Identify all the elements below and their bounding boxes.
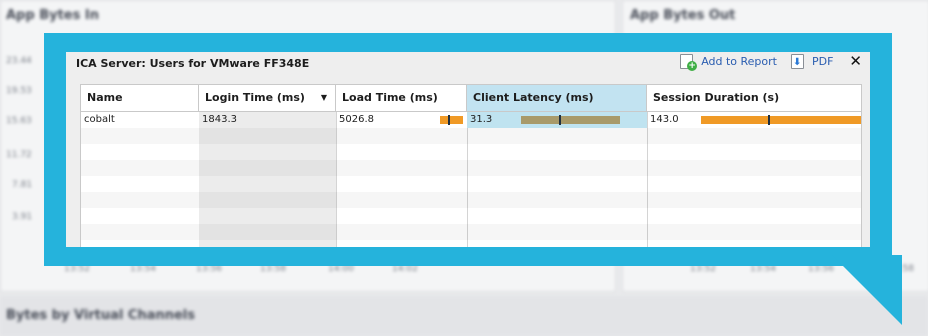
pdf-button[interactable]: ⬇ PDF <box>790 54 834 69</box>
column-header-label: Session Duration (s) <box>653 91 780 104</box>
y-tick: 19.53 <box>6 86 32 96</box>
y-tick: 15.63 <box>6 116 32 126</box>
app-bytes-out-title: App Bytes Out <box>630 8 736 23</box>
cell-login-time: 1843.3 <box>202 114 237 125</box>
column-header-label: Client Latency (ms) <box>473 91 594 104</box>
column-header-label: Name <box>87 91 123 104</box>
pdf-download-icon: ⬇ <box>790 54 804 69</box>
y-tick: 3.91 <box>12 212 33 222</box>
column-header-session-duration[interactable]: Session Duration (s) <box>647 85 861 111</box>
table-row[interactable]: cobalt 1843.3 5026.8 31.3 143.0 <box>81 112 861 128</box>
column-header-name[interactable]: Name <box>81 85 199 111</box>
column-header-client-latency[interactable]: Client Latency (ms) <box>467 85 647 111</box>
users-popup: ICA Server: Users for VMware FF348E + Ad… <box>66 52 870 247</box>
client-latency-bar-fill <box>521 116 621 124</box>
sort-descending-icon: ▼ <box>320 93 327 102</box>
load-time-bar <box>440 115 467 125</box>
login-time-bar <box>332 116 336 124</box>
session-duration-bar-fill <box>701 116 861 124</box>
table-row-empty <box>81 128 861 144</box>
y-tick: 23.44 <box>6 56 32 66</box>
y-tick: 11.72 <box>6 150 32 160</box>
cell-name: cobalt <box>84 114 115 125</box>
session-duration-bar <box>701 115 861 125</box>
app-bytes-in-title: App Bytes In <box>6 8 99 23</box>
close-icon[interactable]: ✕ <box>849 54 862 69</box>
add-to-report-button[interactable]: + Add to Report <box>680 54 777 71</box>
load-time-bar-fill <box>440 116 463 124</box>
popup-title: ICA Server: Users for VMware FF348E <box>76 57 310 70</box>
pdf-label: PDF <box>811 55 834 68</box>
column-header-load-time[interactable]: Load Time (ms) <box>336 85 467 111</box>
bytes-by-virtual-channels-title: Bytes by Virtual Channels <box>6 308 195 323</box>
popup-toolbar: + Add to Report ⬇ PDF ✕ <box>666 54 862 71</box>
add-to-report-label: Add to Report <box>701 55 777 68</box>
column-header-label: Login Time (ms) <box>205 91 305 104</box>
column-header-login-time[interactable]: Login Time (ms) ▼ <box>199 85 336 111</box>
table-row-empty <box>81 224 861 240</box>
client-latency-bar-marker <box>559 115 562 125</box>
session-duration-bar-marker <box>768 115 771 125</box>
table-row-empty <box>81 160 861 176</box>
y-tick: 7.81 <box>12 180 33 190</box>
column-header-label: Load Time (ms) <box>342 91 438 104</box>
add-document-icon: + <box>680 54 698 71</box>
table-header: Name Login Time (ms) ▼ Load Time (ms) Cli… <box>81 85 861 112</box>
users-table: Name Login Time (ms) ▼ Load Time (ms) Cli… <box>80 84 862 247</box>
load-time-bar-marker <box>448 115 451 125</box>
table-row-empty <box>81 192 861 208</box>
client-latency-bar <box>521 115 645 125</box>
